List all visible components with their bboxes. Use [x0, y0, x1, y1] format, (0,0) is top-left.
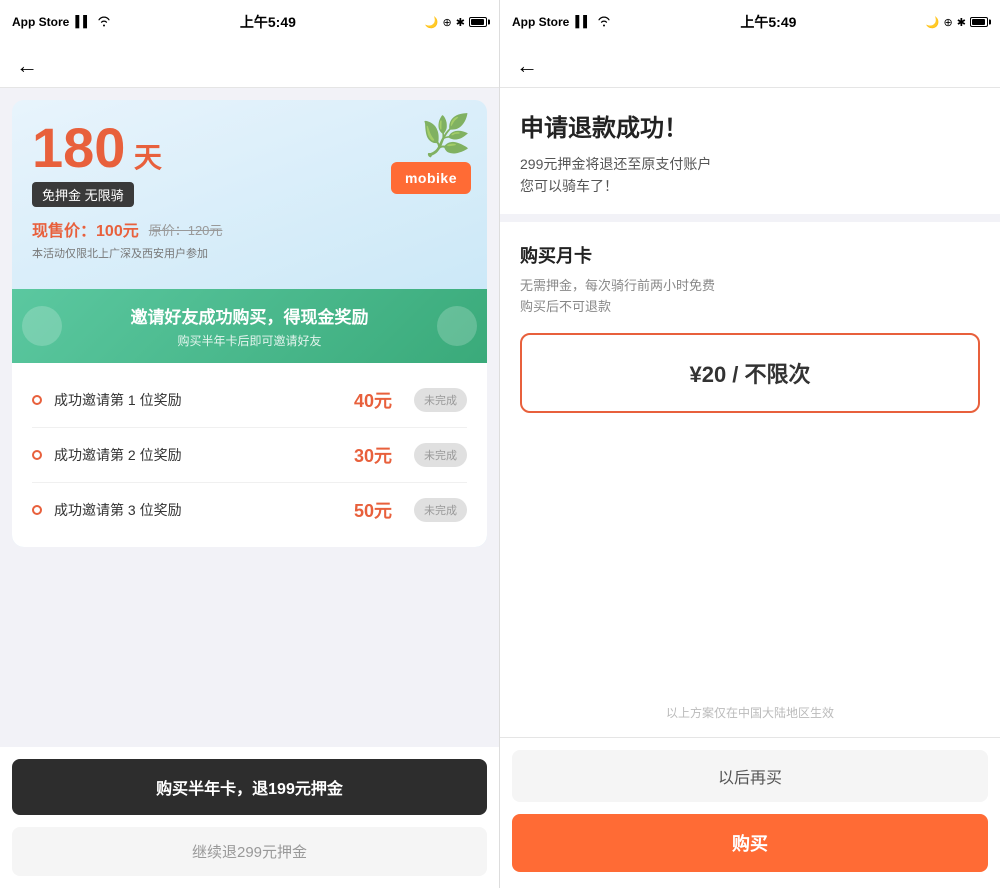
left-status-right: 🌙 ⊕ ✱: [425, 16, 487, 29]
restriction-text: 本活动仅限北上广深及西安用户参加: [32, 245, 467, 261]
left-back-button[interactable]: ←: [16, 55, 38, 77]
left-location-icon: ⊕: [443, 16, 452, 29]
left-carrier-text: App Store: [12, 15, 69, 29]
left-status-bar: App Store ▌▌ 上午5:49 🌙 ⊕ ✱: [0, 0, 499, 44]
badge-free: 免押金 无限骑: [32, 182, 134, 207]
reward-list: 成功邀请第 1 位奖励 40元 未完成 成功邀请第 2 位奖励 30元 未完成 …: [12, 363, 487, 547]
phone-left: App Store ▌▌ 上午5:49 🌙 ⊕ ✱ ← 🌿: [0, 0, 500, 888]
buy-half-year-button[interactable]: 购买半年卡，退199元押金: [12, 759, 487, 815]
success-desc: 299元押金将退还至原支付账户 您可以骑车了！: [520, 153, 980, 198]
reward-label-3: 成功邀请第 3 位奖励: [54, 500, 342, 520]
reward-amount-2: 30元: [354, 442, 392, 468]
right-signal-icon: ▌▌: [575, 16, 591, 28]
reward-amount-3: 50元: [354, 497, 392, 523]
invite-banner: 邀请好友成功购买，得现金奖励 购买半年卡后即可邀请好友: [12, 289, 487, 363]
current-price-label: 现售价：: [32, 223, 96, 240]
monthly-desc: 无需押金，每次骑行前两小时免费购买后不可退款: [520, 276, 980, 318]
reward-item-3: 成功邀请第 3 位奖励 50元 未完成: [32, 483, 467, 537]
right-location-icon: ⊕: [944, 16, 953, 29]
buy-button[interactable]: 购买: [512, 814, 988, 872]
success-desc-line2: 您可以骑车了！: [520, 178, 618, 194]
reward-status-1: 未完成: [414, 388, 467, 412]
right-nav-bar: ←: [500, 44, 1000, 88]
right-status-right: 🌙 ⊕ ✱: [926, 16, 988, 29]
later-button[interactable]: 以后再买: [512, 750, 988, 802]
left-bluetooth-icon: ✱: [456, 16, 465, 29]
reward-amount-1: 40元: [354, 387, 392, 413]
reward-dot-2: [32, 450, 42, 460]
right-status-bar: App Store ▌▌ 上午5:49 🌙 ⊕ ✱: [500, 0, 1000, 44]
monthly-title: 购买月卡: [520, 242, 980, 268]
reward-status-2: 未完成: [414, 443, 467, 467]
left-battery-icon: [469, 17, 487, 27]
right-back-button[interactable]: ←: [516, 55, 538, 77]
current-price: 现售价：100元: [32, 217, 139, 241]
leaf-icon: 🌿: [421, 116, 471, 156]
reward-label-1: 成功邀请第 1 位奖励: [54, 390, 342, 410]
right-battery-icon: [970, 17, 988, 27]
right-status-carrier: App Store ▌▌: [512, 15, 611, 30]
left-wifi-icon: [97, 15, 111, 30]
reward-item-2: 成功邀请第 2 位奖励 30元 未完成: [32, 428, 467, 483]
notice-text: 以上方案仅在中国大陆地区生效: [500, 704, 1000, 721]
reward-status-3: 未完成: [414, 498, 467, 522]
success-section: 申请退款成功！ 299元押金将退还至原支付账户 您可以骑车了！: [500, 88, 1000, 222]
current-price-value: 100元: [96, 223, 139, 240]
invite-main: 邀请好友成功购买，得现金奖励: [32, 303, 467, 328]
price-row: 现售价：100元 原价：120元: [32, 217, 467, 241]
left-time: 上午5:49: [240, 12, 296, 32]
left-moon-icon: 🌙: [425, 16, 439, 29]
success-desc-line1: 299元押金将退还至原支付账户: [520, 156, 711, 172]
right-carrier-text: App Store: [512, 15, 569, 29]
right-moon-icon: 🌙: [926, 16, 940, 29]
left-buttons: 购买半年卡，退199元押金 继续退299元押金: [0, 747, 499, 888]
days-number: 180: [32, 116, 125, 179]
right-scroll: 申请退款成功！ 299元押金将退还至原支付账户 您可以骑车了！ 购买月卡 无需押…: [500, 88, 1000, 737]
mobike-area: 🌿 mobike: [391, 116, 471, 194]
reward-item-1: 成功邀请第 1 位奖励 40元 未完成: [32, 373, 467, 428]
success-title: 申请退款成功！: [520, 108, 980, 143]
plan-price: ¥20 / 不限次: [689, 362, 810, 387]
right-time: 上午5:49: [740, 12, 796, 32]
continue-refund-button[interactable]: 继续退299元押金: [12, 827, 487, 876]
invite-sub: 购买半年卡后即可邀请好友: [32, 332, 467, 349]
left-nav-bar: ←: [0, 44, 499, 88]
reward-label-2: 成功邀请第 2 位奖励: [54, 445, 342, 465]
reward-dot-3: [32, 505, 42, 515]
mobike-logo: mobike: [391, 162, 471, 194]
reward-dot-1: [32, 395, 42, 405]
left-signal-icon: ▌▌: [75, 16, 91, 28]
right-wifi-icon: [597, 15, 611, 30]
right-bluetooth-icon: ✱: [957, 16, 966, 29]
phone-right: App Store ▌▌ 上午5:49 🌙 ⊕ ✱ ← 申请退款成功！ 299元…: [500, 0, 1000, 888]
left-status-carrier: App Store ▌▌: [12, 15, 111, 30]
left-scroll: 🌿 mobike 180 天 免押金 无限骑 现售价：100元: [0, 88, 499, 747]
promo-card: 🌿 mobike 180 天 免押金 无限骑 现售价：100元: [12, 100, 487, 547]
original-price: 原价：120元: [149, 220, 223, 239]
monthly-section: 购买月卡 无需押金，每次骑行前两小时免费购买后不可退款 ¥20 / 不限次: [500, 222, 1000, 704]
days-unit: 天: [134, 142, 162, 173]
right-buttons: 以后再买 购买: [500, 737, 1000, 888]
plan-card[interactable]: ¥20 / 不限次: [520, 333, 980, 413]
promo-top: 🌿 mobike 180 天 免押金 无限骑 现售价：100元: [12, 100, 487, 289]
